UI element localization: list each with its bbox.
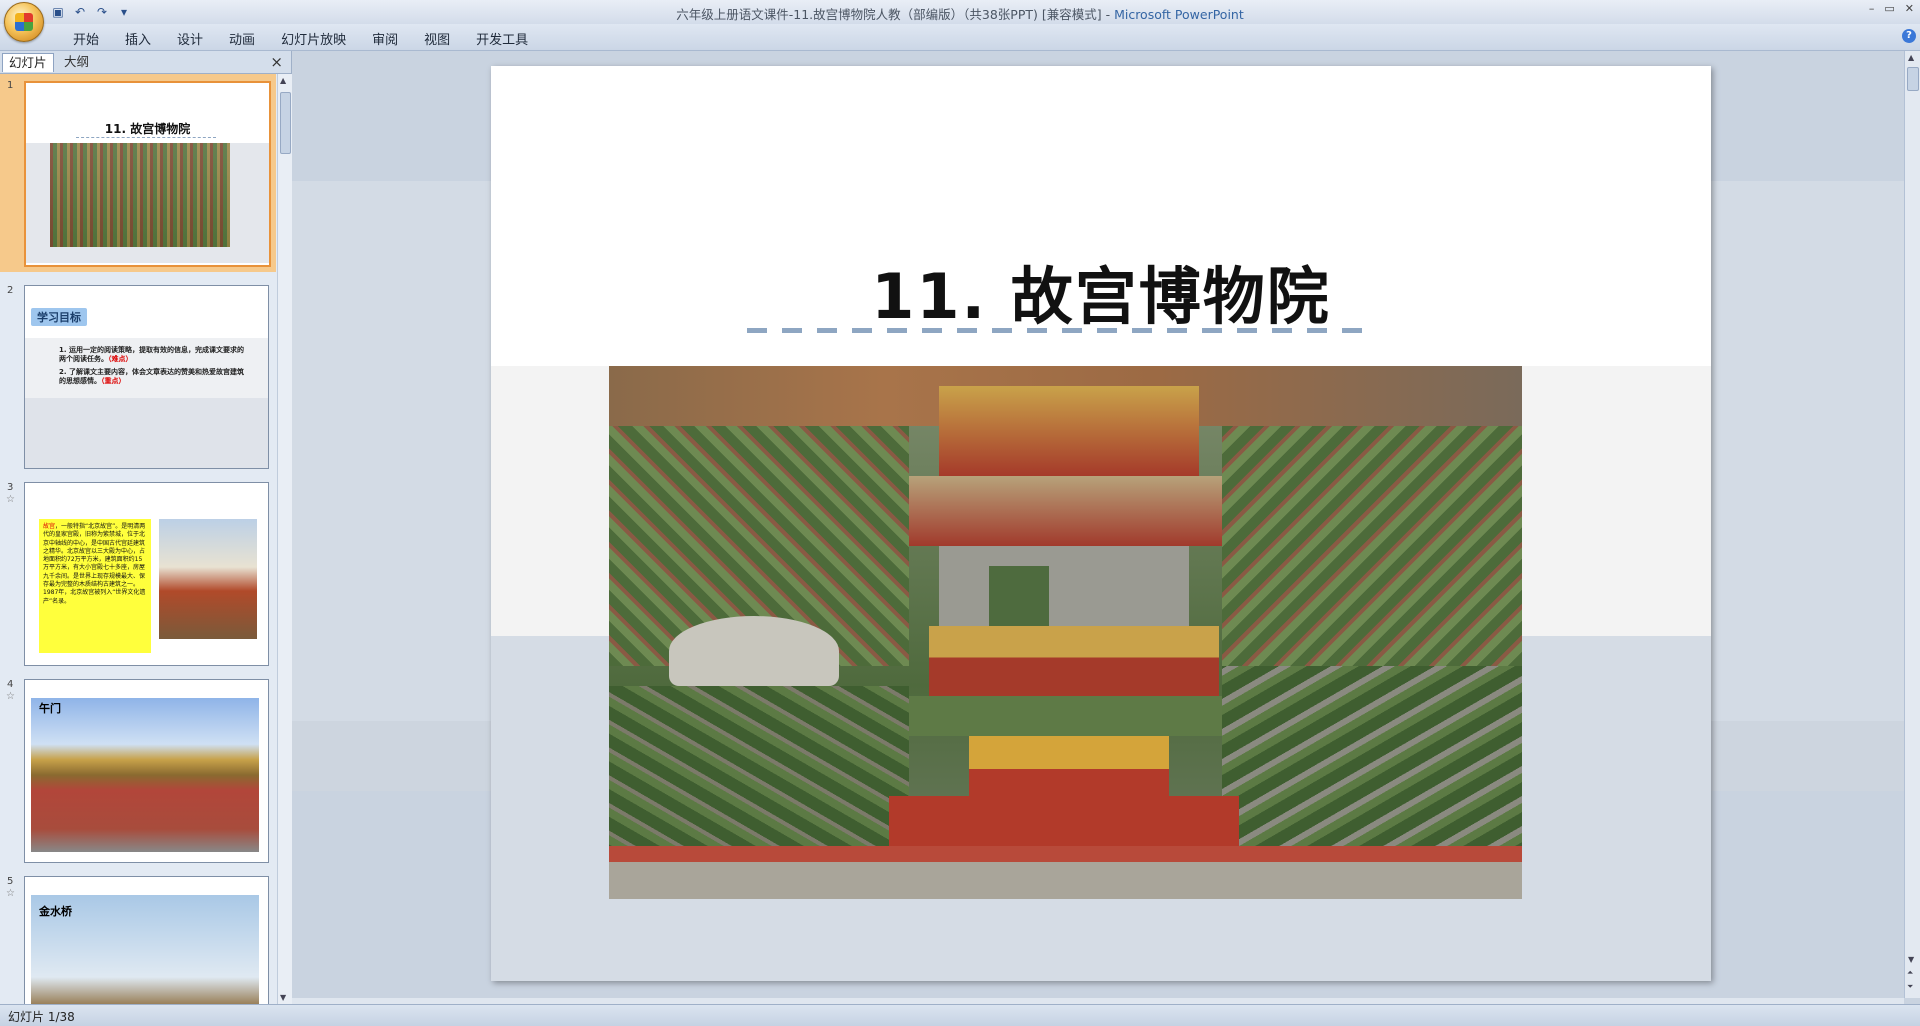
- slide-number: 3: [7, 482, 14, 493]
- tab-slides[interactable]: 幻灯片: [2, 53, 54, 72]
- tab-view[interactable]: 视图: [411, 29, 463, 48]
- previous-slide-icon[interactable]: ⏶: [1907, 968, 1913, 978]
- scroll-up-icon[interactable]: ▲: [1908, 53, 1914, 62]
- thumb-label: 午门: [39, 702, 61, 715]
- slide-thumbnail-4[interactable]: 午门: [24, 679, 269, 863]
- slide-thumbnail-1[interactable]: 11. 故宫博物院: [24, 81, 271, 267]
- current-slide[interactable]: 11. 故宫博物院: [491, 66, 1711, 981]
- forbidden-city-photo[interactable]: [609, 366, 1522, 899]
- slides-panel: 幻灯片 大纲 × 1 11. 故宫博物院 2 学习目标 1. 运用一定的阅读策略…: [0, 51, 292, 1004]
- tab-developer[interactable]: 开发工具: [463, 29, 541, 48]
- photo-region: [909, 696, 1222, 736]
- editor-scroll-thumb[interactable]: [1907, 67, 1919, 91]
- goal-2-text: 2. 了解课文主要内容，体会文章表达的赞美和热爱故宫建筑的思想感情。（重点）: [59, 368, 249, 386]
- goal-2: 2. 了解课文主要内容，体会文章表达的赞美和热爱故宫建筑的思想感情。: [59, 368, 244, 385]
- photo-region: [909, 476, 1222, 546]
- window-title: 六年级上册语文课件-11.故宫博物院人教（部编版）（共38张PPT) [兼容模式…: [0, 4, 1920, 23]
- office-button[interactable]: [4, 2, 44, 42]
- goal-1-text: 1. 运用一定的阅读策略，提取有效的信息，完成课文要求的两个阅读任务。（难点）: [59, 346, 249, 364]
- scroll-down-icon[interactable]: ▼: [1908, 955, 1914, 964]
- slide-number: 4: [7, 679, 14, 690]
- office-logo-icon: [15, 13, 33, 31]
- tab-design[interactable]: 设计: [164, 29, 216, 48]
- slide-number: 1: [7, 80, 14, 91]
- scroll-down-icon[interactable]: ▼: [280, 993, 286, 1002]
- thumbnail-list: 1 11. 故宫博物院 2 学习目标 1. 运用一定的阅读策略，提取有效的信息，…: [0, 74, 276, 1004]
- slide-thumbnail-2[interactable]: 学习目标 1. 运用一定的阅读策略，提取有效的信息，完成课文要求的两个阅读任务。…: [24, 285, 269, 469]
- slide-thumbnail-row[interactable]: 1 11. 故宫博物院: [0, 74, 276, 272]
- title-bar: ▣ ↶ ↷ ▾ 六年级上册语文课件-11.故宫博物院人教（部编版）（共38张PP…: [0, 0, 1920, 42]
- slide-thumbnail-row[interactable]: 5 ☆ 金水桥: [0, 870, 276, 1004]
- tab-outline[interactable]: 大纲: [58, 53, 95, 71]
- slide-counter: 幻灯片 1/38: [8, 1010, 75, 1024]
- app-name: Microsoft PowerPoint: [1114, 7, 1244, 22]
- tab-animations[interactable]: 动画: [216, 29, 268, 48]
- slide-thumbnail-row[interactable]: 3 ☆ 故宫，一般特指“北京故宫”。是明清两代的皇家宫殿，旧称为紫禁城，位于北京…: [0, 476, 276, 666]
- thumb-photo: [159, 519, 257, 639]
- photo-region: [969, 736, 1169, 796]
- panel-scrollbar[interactable]: ▲ ▼: [277, 74, 292, 1004]
- photo-region: [669, 616, 839, 686]
- photo-region: [929, 626, 1219, 696]
- goal-1-mark: （难点）: [108, 355, 133, 363]
- minimize-icon[interactable]: –: [1869, 2, 1875, 15]
- ribbon: 开始 插入 设计 动画 幻灯片放映 审阅 视图 开发工具 ?: [0, 24, 1920, 51]
- photo-region: [939, 386, 1199, 476]
- thumb-dash: [76, 137, 216, 139]
- intro-textbox: 故宫，一般特指“北京故宫”。是明清两代的皇家宫殿，旧称为紫禁城，位于北京中轴线的…: [39, 519, 151, 653]
- panel-close-icon[interactable]: ×: [270, 53, 283, 71]
- window-controls: – ▭ ✕: [1869, 2, 1914, 15]
- animation-icon: ☆: [6, 888, 15, 899]
- thumb-band: [25, 398, 268, 468]
- intro-lead: 故宫: [43, 523, 56, 530]
- status-bar: 幻灯片 1/38: [0, 1004, 1920, 1026]
- ribbon-tabs: 开始 插入 设计 动画 幻灯片放映 审阅 视图 开发工具: [60, 29, 541, 48]
- learning-goal-tag: 学习目标: [31, 308, 87, 326]
- animation-icon: ☆: [6, 691, 15, 702]
- animation-icon: ☆: [6, 494, 15, 505]
- slide-thumbnail-5[interactable]: 金水桥: [24, 876, 269, 1004]
- panel-scroll-thumb[interactable]: [280, 92, 291, 154]
- scroll-up-icon[interactable]: ▲: [280, 76, 286, 85]
- tab-home[interactable]: 开始: [60, 29, 112, 48]
- tab-review[interactable]: 审阅: [359, 29, 411, 48]
- thumb-title: 11. 故宫博物院: [104, 122, 191, 136]
- editor-scrollbar[interactable]: ▲ ▼ ⏶ ⏷: [1904, 51, 1920, 998]
- document-title: 六年级上册语文课件-11.故宫博物院人教（部编版）（共38张PPT) [兼容模式…: [676, 7, 1115, 22]
- thumb-photo: [31, 698, 259, 852]
- intro-text: ，一般特指“北京故宫”。是明清两代的皇家宫殿，旧称为紫禁城，位于北京中轴线的中心…: [43, 523, 146, 605]
- photo-region: [1222, 426, 1522, 666]
- close-icon[interactable]: ✕: [1905, 2, 1914, 15]
- tab-slideshow[interactable]: 幻灯片放映: [268, 29, 359, 48]
- tab-insert[interactable]: 插入: [112, 29, 164, 48]
- slide-thumbnail-row[interactable]: 4 ☆ 午门: [0, 673, 276, 863]
- panel-tabs: 幻灯片 大纲 ×: [0, 51, 291, 74]
- thumb-label: 金水桥: [39, 905, 72, 918]
- help-icon[interactable]: ?: [1902, 29, 1916, 43]
- title-underline: [747, 328, 1363, 333]
- next-slide-icon[interactable]: ⏷: [1907, 982, 1913, 992]
- thumb-photo: [50, 143, 230, 247]
- goal-1: 1. 运用一定的阅读策略，提取有效的信息，完成课文要求的两个阅读任务。: [59, 346, 244, 363]
- slide-number: 2: [7, 285, 14, 296]
- photo-region: [609, 846, 1522, 899]
- slide-title[interactable]: 11. 故宫博物院: [491, 246, 1711, 336]
- maximize-icon[interactable]: ▭: [1884, 2, 1894, 15]
- slide-thumbnail-row[interactable]: 2 学习目标 1. 运用一定的阅读策略，提取有效的信息，完成课文要求的两个阅读任…: [0, 279, 276, 469]
- slide-number: 5: [7, 876, 14, 887]
- goal-2-mark: （重点）: [101, 377, 126, 385]
- slide-thumbnail-3[interactable]: 故宫，一般特指“北京故宫”。是明清两代的皇家宫殿，旧称为紫禁城，位于北京中轴线的…: [24, 482, 269, 666]
